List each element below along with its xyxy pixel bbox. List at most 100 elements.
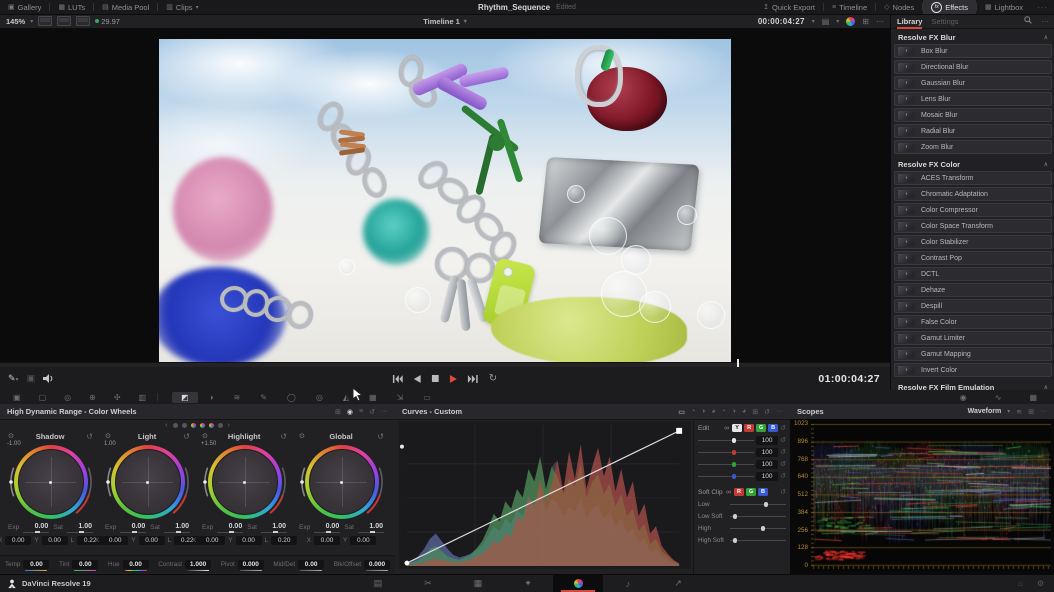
sat-slider[interactable]: 1.00 [67, 523, 93, 533]
color-wheel[interactable] [111, 445, 185, 519]
wheels-view-icon[interactable]: ◉ [347, 408, 353, 416]
waveform-scope[interactable]: 10238967686405123842561280 [790, 419, 1054, 575]
soft-clip-channel-button[interactable]: R [734, 488, 744, 496]
effect-item[interactable]: ◗ Despill [894, 299, 1052, 313]
media-page-button[interactable]: ▤ [353, 575, 403, 592]
effect-item[interactable]: ◗ DCTL [894, 267, 1052, 281]
prev-page-icon[interactable]: ‹ [165, 422, 167, 429]
play-reverse-button[interactable] [414, 375, 421, 383]
channel-button[interactable]: B [768, 424, 778, 432]
effect-item[interactable]: ◗ Contrast Pop [894, 251, 1052, 265]
effect-item[interactable]: ◗ Color Stabilizer [894, 235, 1052, 249]
more-options-icon[interactable]: ··· [1031, 3, 1054, 12]
effect-item[interactable]: ◗ Gaussian Blur [894, 76, 1052, 90]
curves-graph[interactable] [399, 421, 691, 569]
project-settings-icon[interactable]: ⚙ [1037, 579, 1044, 588]
zoom-level-select[interactable]: 145% [6, 17, 25, 26]
reset-icon[interactable]: ↺ [780, 472, 786, 480]
reset-icon[interactable]: ↺ [764, 408, 770, 416]
soft-clip-slider[interactable] [730, 524, 786, 532]
channel-value[interactable]: 100 [756, 436, 778, 445]
wipe-tool-icon[interactable]: ✎▾ [8, 373, 19, 384]
reset-icon[interactable]: ↺ [780, 436, 786, 444]
wheel-arc-sliders[interactable] [104, 438, 192, 526]
channel-button[interactable]: G [756, 424, 766, 432]
more-options-icon[interactable]: ··· [1040, 408, 1047, 415]
reset-icon[interactable]: ↺ [780, 488, 786, 496]
soft-clip-channel-button[interactable]: G [746, 488, 756, 496]
reset-icon[interactable]: ↺ [780, 460, 786, 468]
sat-slider[interactable]: 1.00 [358, 523, 384, 533]
stereo-3d-icon[interactable]: ▭ [414, 392, 440, 403]
curves-graph-area[interactable] [395, 419, 693, 575]
effect-item[interactable]: ◗ Invert Color [894, 363, 1052, 377]
curves-palette-icon[interactable]: ◩ [172, 392, 198, 403]
quick-export-button[interactable]: ↥Quick Export [755, 0, 823, 14]
enhanced-viewer-toggle[interactable] [76, 16, 90, 26]
effect-item[interactable]: ◗ Directional Blur [894, 60, 1052, 74]
viewer[interactable] [0, 28, 890, 362]
power-window-icon[interactable]: ◯ [278, 392, 305, 403]
param-value[interactable]: 0.00 [298, 560, 324, 569]
exp-slider[interactable]: 0.00 [120, 523, 146, 533]
scope-toggle-icon[interactable]: ∿ [986, 392, 1011, 403]
single-viewer-toggle[interactable] [38, 16, 52, 26]
effect-item[interactable]: ◗ Chromatic Adaptation [894, 187, 1052, 201]
effect-item[interactable]: ◗ Dehaze [894, 283, 1052, 297]
cut-page-button[interactable]: ✂ [403, 575, 453, 592]
page-dot[interactable] [209, 423, 214, 428]
reference-icon[interactable]: ◎ [55, 392, 80, 403]
exp-slider[interactable]: 0.00 [314, 523, 340, 533]
link-channels-icon[interactable]: ∞ [726, 489, 731, 496]
play-button[interactable] [450, 375, 457, 383]
lightbox-button[interactable]: ▦Lightbox [977, 0, 1031, 14]
x-value[interactable]: 0.00 [102, 536, 128, 545]
effect-item[interactable]: ◗ Zoom Blur [894, 140, 1052, 154]
custom-curve-icon[interactable]: ▭ [678, 408, 685, 416]
viewer-timecode[interactable]: 00:00:04:27 [758, 17, 805, 26]
camera-icon[interactable]: ▤ [822, 17, 830, 26]
page-dot[interactable] [173, 423, 178, 428]
color-warper-icon[interactable]: ◑ [200, 392, 223, 403]
split-screen-icon[interactable]: ▥ [130, 392, 156, 403]
param-value[interactable]: 0.000 [364, 560, 390, 569]
color-page-button[interactable] [553, 575, 603, 592]
scope-mode-select[interactable]: Waveform [968, 408, 1002, 415]
media-pool-button[interactable]: ▤Media Pool [94, 0, 157, 14]
reset-icon[interactable]: ↺ [780, 424, 786, 432]
channel-slider[interactable] [698, 436, 754, 444]
sat-vs-sat-icon[interactable]: ◑ [732, 408, 736, 415]
effect-item[interactable]: ◗ Box Blur [894, 44, 1052, 58]
soft-clip-slider[interactable] [730, 500, 786, 508]
collapse-caret-icon[interactable]: ∧ [1044, 161, 1048, 168]
go-to-end-button[interactable] [468, 375, 478, 383]
picker-icon[interactable]: ✎ [251, 392, 276, 403]
effect-item[interactable]: ◗ Radial Blur [894, 124, 1052, 138]
collapse-caret-icon[interactable]: ∧ [1044, 34, 1048, 41]
x-value[interactable]: 0.00 [5, 536, 31, 545]
color-wheel[interactable] [14, 445, 88, 519]
fusion-page-button[interactable]: ✦ [503, 575, 553, 592]
key-palette-icon[interactable]: ▦ [360, 392, 386, 403]
y-value[interactable]: 0.00 [236, 536, 262, 545]
more-options-icon[interactable]: ··· [1041, 17, 1049, 26]
sat-vs-lum-icon[interactable]: ◕ [742, 408, 746, 415]
tab-settings[interactable]: Settings [931, 15, 958, 28]
qualifier-icon[interactable]: ≋ [224, 392, 249, 403]
add-zone-icon[interactable]: ⊞ [335, 408, 341, 416]
color-wheel[interactable] [208, 445, 282, 519]
channel-value[interactable]: 100 [756, 448, 778, 457]
unmix-icon[interactable]: ▣ [27, 373, 36, 384]
effect-item[interactable]: ◗ Lens Blur [894, 92, 1052, 106]
deliver-page-button[interactable]: ↗ [653, 575, 703, 592]
channel-value[interactable]: 100 [756, 472, 778, 481]
edit-page-button[interactable]: ▦ [453, 575, 503, 592]
audio-mute-icon[interactable] [43, 374, 54, 383]
effect-item[interactable]: ◗ Color Space Transform [894, 219, 1052, 233]
wheel-arc-sliders[interactable] [298, 438, 386, 526]
stop-button[interactable] [432, 375, 439, 382]
hue-vs-hue-icon[interactable]: ◔ [691, 408, 695, 415]
expand-icon[interactable]: ⊞ [1028, 408, 1034, 416]
page-dot[interactable] [218, 423, 223, 428]
scope-settings-icon[interactable]: ≋ [1016, 408, 1022, 416]
